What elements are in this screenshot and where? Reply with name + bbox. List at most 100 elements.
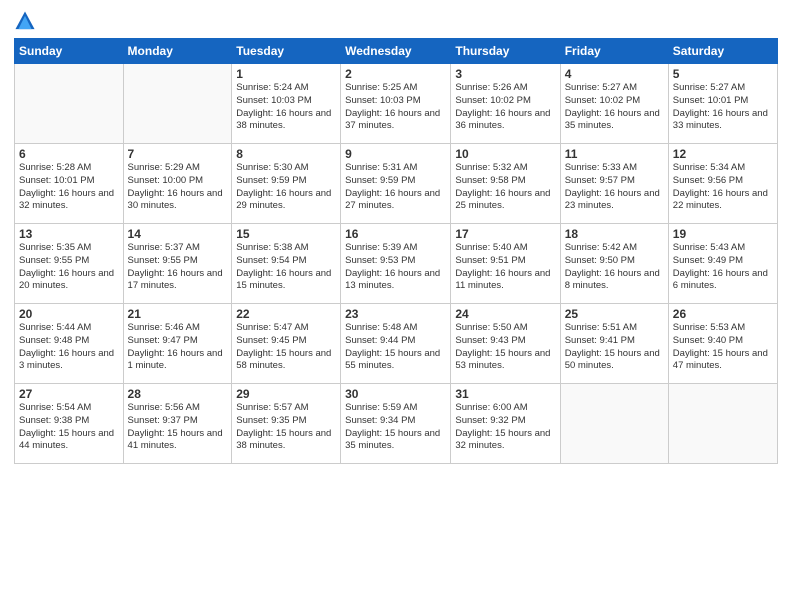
day-cell: 27Sunrise: 5:54 AM Sunset: 9:38 PM Dayli… (15, 384, 124, 464)
day-cell: 13Sunrise: 5:35 AM Sunset: 9:55 PM Dayli… (15, 224, 124, 304)
calendar: SundayMondayTuesdayWednesdayThursdayFrid… (14, 38, 778, 464)
day-cell: 18Sunrise: 5:42 AM Sunset: 9:50 PM Dayli… (560, 224, 668, 304)
day-number: 19 (673, 227, 773, 241)
day-info: Sunrise: 5:28 AM Sunset: 10:01 PM Daylig… (19, 162, 119, 213)
day-number: 13 (19, 227, 119, 241)
day-cell: 23Sunrise: 5:48 AM Sunset: 9:44 PM Dayli… (341, 304, 451, 384)
day-number: 12 (673, 147, 773, 161)
day-info: Sunrise: 5:27 AM Sunset: 10:02 PM Daylig… (565, 82, 664, 133)
calendar-header-row: SundayMondayTuesdayWednesdayThursdayFrid… (15, 39, 778, 64)
day-number: 10 (455, 147, 555, 161)
day-info: Sunrise: 5:39 AM Sunset: 9:53 PM Dayligh… (345, 242, 446, 293)
day-cell: 14Sunrise: 5:37 AM Sunset: 9:55 PM Dayli… (123, 224, 232, 304)
day-cell: 22Sunrise: 5:47 AM Sunset: 9:45 PM Dayli… (232, 304, 341, 384)
day-info: Sunrise: 5:29 AM Sunset: 10:00 PM Daylig… (128, 162, 228, 213)
day-number: 15 (236, 227, 336, 241)
week-row-2: 6Sunrise: 5:28 AM Sunset: 10:01 PM Dayli… (15, 144, 778, 224)
day-cell: 12Sunrise: 5:34 AM Sunset: 9:56 PM Dayli… (668, 144, 777, 224)
day-cell: 25Sunrise: 5:51 AM Sunset: 9:41 PM Dayli… (560, 304, 668, 384)
day-cell (15, 64, 124, 144)
day-number: 23 (345, 307, 446, 321)
day-info: Sunrise: 5:56 AM Sunset: 9:37 PM Dayligh… (128, 402, 228, 453)
day-number: 8 (236, 147, 336, 161)
day-cell: 28Sunrise: 5:56 AM Sunset: 9:37 PM Dayli… (123, 384, 232, 464)
day-cell: 7Sunrise: 5:29 AM Sunset: 10:00 PM Dayli… (123, 144, 232, 224)
week-row-5: 27Sunrise: 5:54 AM Sunset: 9:38 PM Dayli… (15, 384, 778, 464)
logo-icon (14, 10, 36, 32)
day-info: Sunrise: 5:37 AM Sunset: 9:55 PM Dayligh… (128, 242, 228, 293)
day-cell: 19Sunrise: 5:43 AM Sunset: 9:49 PM Dayli… (668, 224, 777, 304)
day-number: 21 (128, 307, 228, 321)
day-number: 9 (345, 147, 446, 161)
day-info: Sunrise: 5:53 AM Sunset: 9:40 PM Dayligh… (673, 322, 773, 373)
header-cell-wednesday: Wednesday (341, 39, 451, 64)
day-cell: 21Sunrise: 5:46 AM Sunset: 9:47 PM Dayli… (123, 304, 232, 384)
day-cell (123, 64, 232, 144)
day-info: Sunrise: 6:00 AM Sunset: 9:32 PM Dayligh… (455, 402, 555, 453)
day-info: Sunrise: 5:43 AM Sunset: 9:49 PM Dayligh… (673, 242, 773, 293)
day-info: Sunrise: 5:44 AM Sunset: 9:48 PM Dayligh… (19, 322, 119, 373)
day-info: Sunrise: 5:54 AM Sunset: 9:38 PM Dayligh… (19, 402, 119, 453)
day-number: 31 (455, 387, 555, 401)
logo (14, 10, 39, 32)
day-cell: 6Sunrise: 5:28 AM Sunset: 10:01 PM Dayli… (15, 144, 124, 224)
day-number: 26 (673, 307, 773, 321)
day-number: 1 (236, 67, 336, 81)
week-row-1: 1Sunrise: 5:24 AM Sunset: 10:03 PM Dayli… (15, 64, 778, 144)
day-cell: 5Sunrise: 5:27 AM Sunset: 10:01 PM Dayli… (668, 64, 777, 144)
day-cell: 26Sunrise: 5:53 AM Sunset: 9:40 PM Dayli… (668, 304, 777, 384)
day-cell: 16Sunrise: 5:39 AM Sunset: 9:53 PM Dayli… (341, 224, 451, 304)
day-number: 22 (236, 307, 336, 321)
day-cell: 9Sunrise: 5:31 AM Sunset: 9:59 PM Daylig… (341, 144, 451, 224)
day-info: Sunrise: 5:31 AM Sunset: 9:59 PM Dayligh… (345, 162, 446, 213)
day-number: 20 (19, 307, 119, 321)
day-number: 2 (345, 67, 446, 81)
day-number: 28 (128, 387, 228, 401)
day-cell: 3Sunrise: 5:26 AM Sunset: 10:02 PM Dayli… (451, 64, 560, 144)
day-info: Sunrise: 5:47 AM Sunset: 9:45 PM Dayligh… (236, 322, 336, 373)
day-number: 14 (128, 227, 228, 241)
day-cell: 10Sunrise: 5:32 AM Sunset: 9:58 PM Dayli… (451, 144, 560, 224)
week-row-3: 13Sunrise: 5:35 AM Sunset: 9:55 PM Dayli… (15, 224, 778, 304)
day-cell (560, 384, 668, 464)
header-cell-thursday: Thursday (451, 39, 560, 64)
day-number: 24 (455, 307, 555, 321)
day-cell: 8Sunrise: 5:30 AM Sunset: 9:59 PM Daylig… (232, 144, 341, 224)
day-info: Sunrise: 5:32 AM Sunset: 9:58 PM Dayligh… (455, 162, 555, 213)
day-cell: 4Sunrise: 5:27 AM Sunset: 10:02 PM Dayli… (560, 64, 668, 144)
header-cell-monday: Monday (123, 39, 232, 64)
day-info: Sunrise: 5:59 AM Sunset: 9:34 PM Dayligh… (345, 402, 446, 453)
day-number: 16 (345, 227, 446, 241)
day-cell: 30Sunrise: 5:59 AM Sunset: 9:34 PM Dayli… (341, 384, 451, 464)
day-number: 6 (19, 147, 119, 161)
day-number: 4 (565, 67, 664, 81)
day-cell (668, 384, 777, 464)
day-info: Sunrise: 5:35 AM Sunset: 9:55 PM Dayligh… (19, 242, 119, 293)
day-cell: 11Sunrise: 5:33 AM Sunset: 9:57 PM Dayli… (560, 144, 668, 224)
header-cell-saturday: Saturday (668, 39, 777, 64)
day-info: Sunrise: 5:46 AM Sunset: 9:47 PM Dayligh… (128, 322, 228, 373)
day-info: Sunrise: 5:50 AM Sunset: 9:43 PM Dayligh… (455, 322, 555, 373)
day-info: Sunrise: 5:48 AM Sunset: 9:44 PM Dayligh… (345, 322, 446, 373)
day-number: 18 (565, 227, 664, 241)
day-info: Sunrise: 5:40 AM Sunset: 9:51 PM Dayligh… (455, 242, 555, 293)
day-info: Sunrise: 5:33 AM Sunset: 9:57 PM Dayligh… (565, 162, 664, 213)
day-cell: 20Sunrise: 5:44 AM Sunset: 9:48 PM Dayli… (15, 304, 124, 384)
day-cell: 17Sunrise: 5:40 AM Sunset: 9:51 PM Dayli… (451, 224, 560, 304)
day-number: 29 (236, 387, 336, 401)
header-cell-sunday: Sunday (15, 39, 124, 64)
day-info: Sunrise: 5:25 AM Sunset: 10:03 PM Daylig… (345, 82, 446, 133)
day-cell: 1Sunrise: 5:24 AM Sunset: 10:03 PM Dayli… (232, 64, 341, 144)
day-number: 25 (565, 307, 664, 321)
day-info: Sunrise: 5:51 AM Sunset: 9:41 PM Dayligh… (565, 322, 664, 373)
header (14, 10, 778, 32)
header-cell-tuesday: Tuesday (232, 39, 341, 64)
day-cell: 15Sunrise: 5:38 AM Sunset: 9:54 PM Dayli… (232, 224, 341, 304)
day-info: Sunrise: 5:24 AM Sunset: 10:03 PM Daylig… (236, 82, 336, 133)
day-cell: 24Sunrise: 5:50 AM Sunset: 9:43 PM Dayli… (451, 304, 560, 384)
day-number: 7 (128, 147, 228, 161)
day-number: 5 (673, 67, 773, 81)
day-info: Sunrise: 5:57 AM Sunset: 9:35 PM Dayligh… (236, 402, 336, 453)
day-info: Sunrise: 5:42 AM Sunset: 9:50 PM Dayligh… (565, 242, 664, 293)
day-cell: 2Sunrise: 5:25 AM Sunset: 10:03 PM Dayli… (341, 64, 451, 144)
